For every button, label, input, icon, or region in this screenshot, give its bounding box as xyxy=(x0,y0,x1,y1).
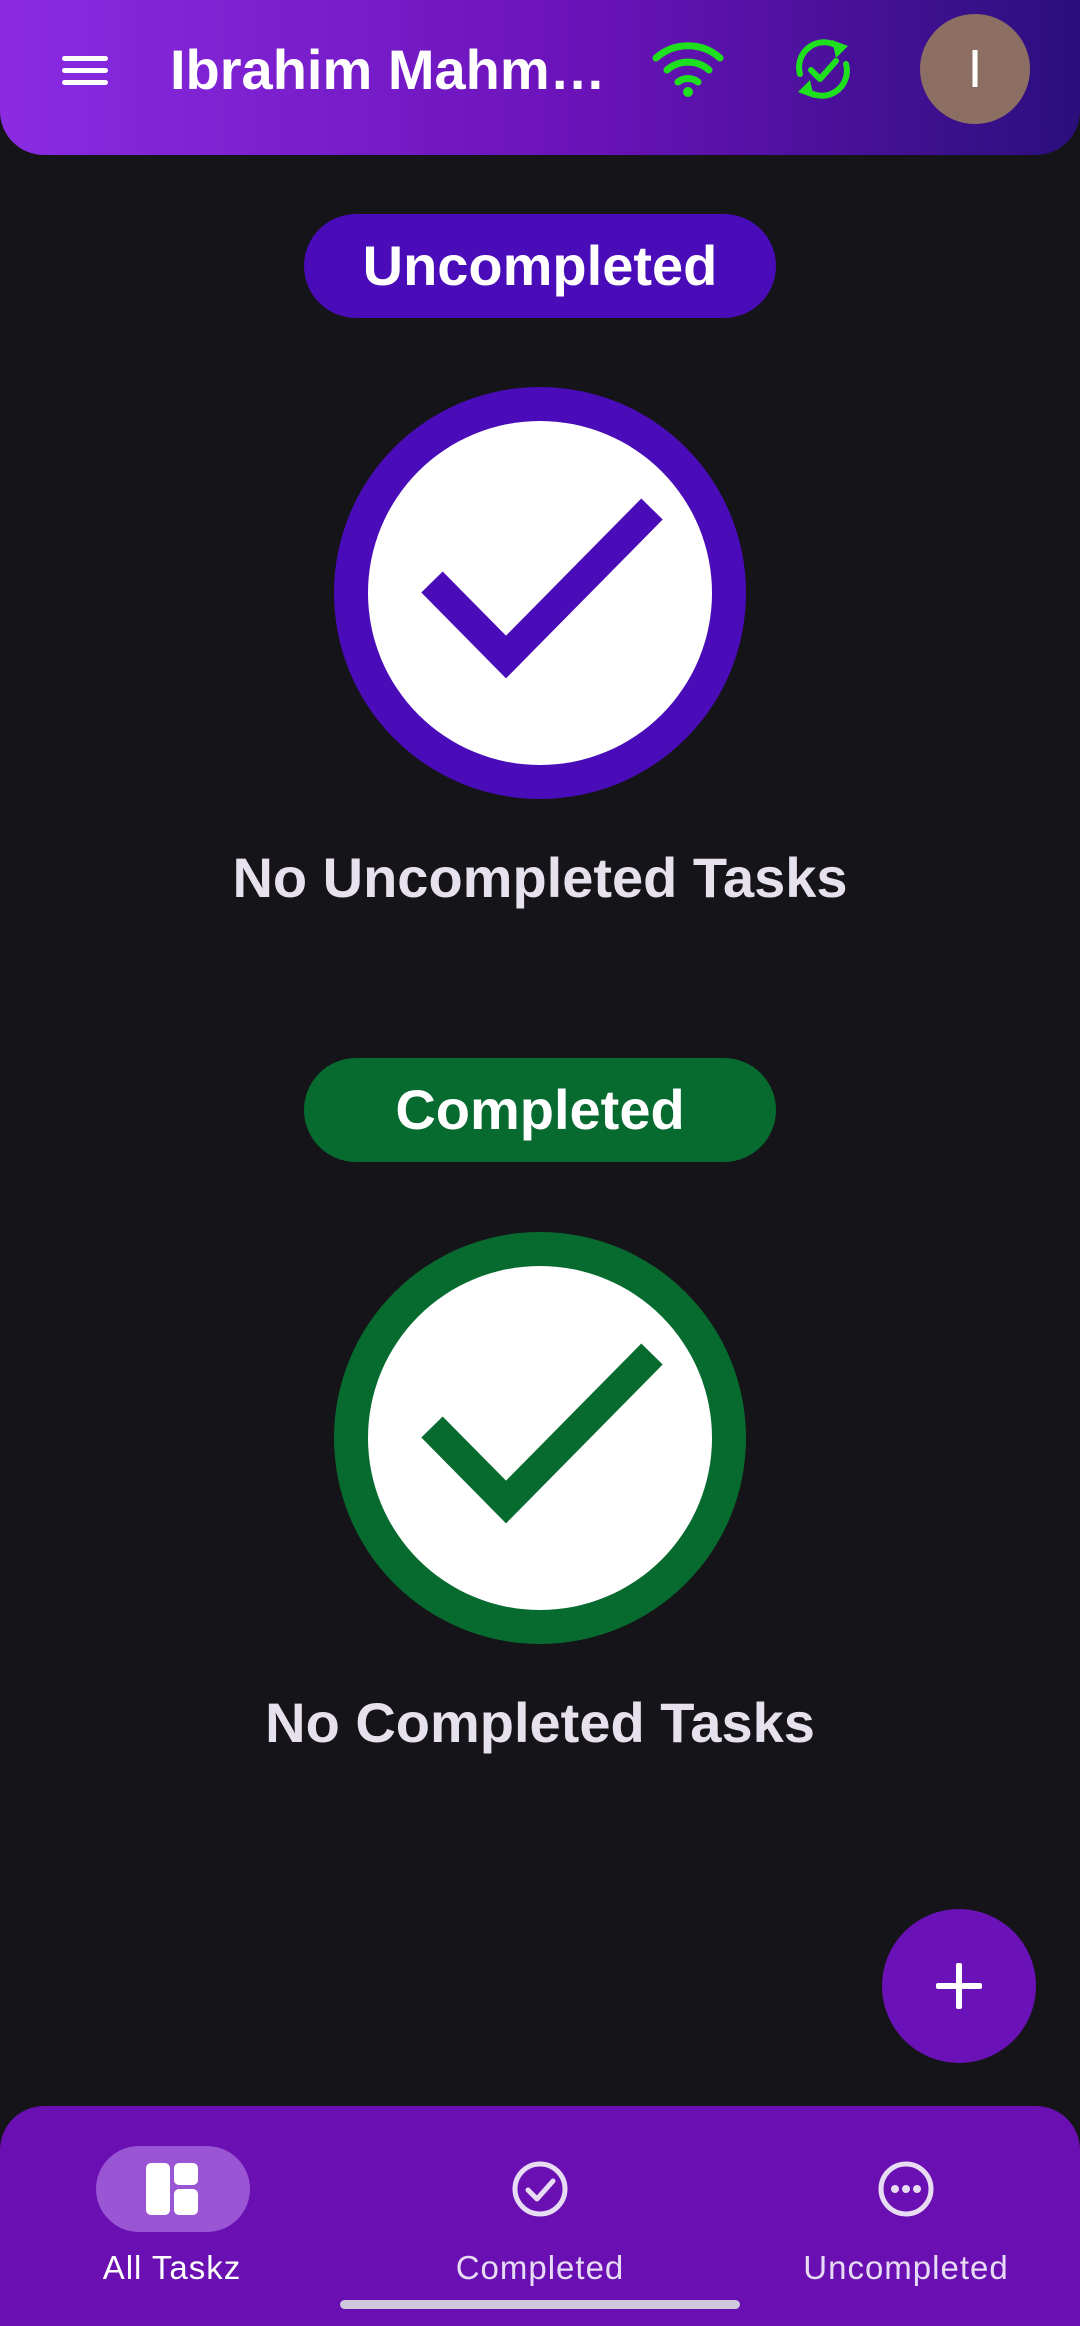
wifi-icon xyxy=(652,42,724,97)
nav-label-all-taskz: All Taskz xyxy=(102,2249,242,2286)
nav-label-completed: Completed xyxy=(455,2249,625,2286)
nav-item-all-taskz[interactable]: All Taskz xyxy=(22,2138,322,2298)
uncompleted-check-icon xyxy=(334,387,746,799)
add-task-button[interactable] xyxy=(882,1909,1036,2063)
sync-check-icon[interactable] xyxy=(788,34,858,104)
nav-item-uncompleted[interactable]: Uncompleted xyxy=(756,2138,1056,2298)
plus-icon xyxy=(936,1963,982,2009)
bottom-navigation: All Taskz Completed Uncompleted xyxy=(0,2106,1080,2326)
app-title: Ibrahim Mahmoud xyxy=(170,38,620,101)
menu-icon[interactable] xyxy=(58,50,112,90)
no-completed-tasks-text: No Completed Tasks xyxy=(265,1691,815,1754)
avatar[interactable]: I xyxy=(920,14,1030,124)
gesture-bar[interactable] xyxy=(340,2300,740,2309)
completed-pill: Completed xyxy=(304,1058,776,1162)
nav-label-uncompleted: Uncompleted xyxy=(803,2249,1009,2286)
check-circle-icon xyxy=(512,2161,568,2217)
dashboard-icon xyxy=(146,2163,198,2215)
nav-item-completed[interactable]: Completed xyxy=(390,2138,690,2298)
completed-check-icon xyxy=(334,1232,746,1644)
uncompleted-pill: Uncompleted xyxy=(304,214,776,318)
no-uncompleted-tasks-text: No Uncompleted Tasks xyxy=(232,846,848,909)
more-horizontal-circle-icon xyxy=(878,2161,934,2217)
app-bar: Ibrahim Mahmoud I xyxy=(0,0,1080,155)
